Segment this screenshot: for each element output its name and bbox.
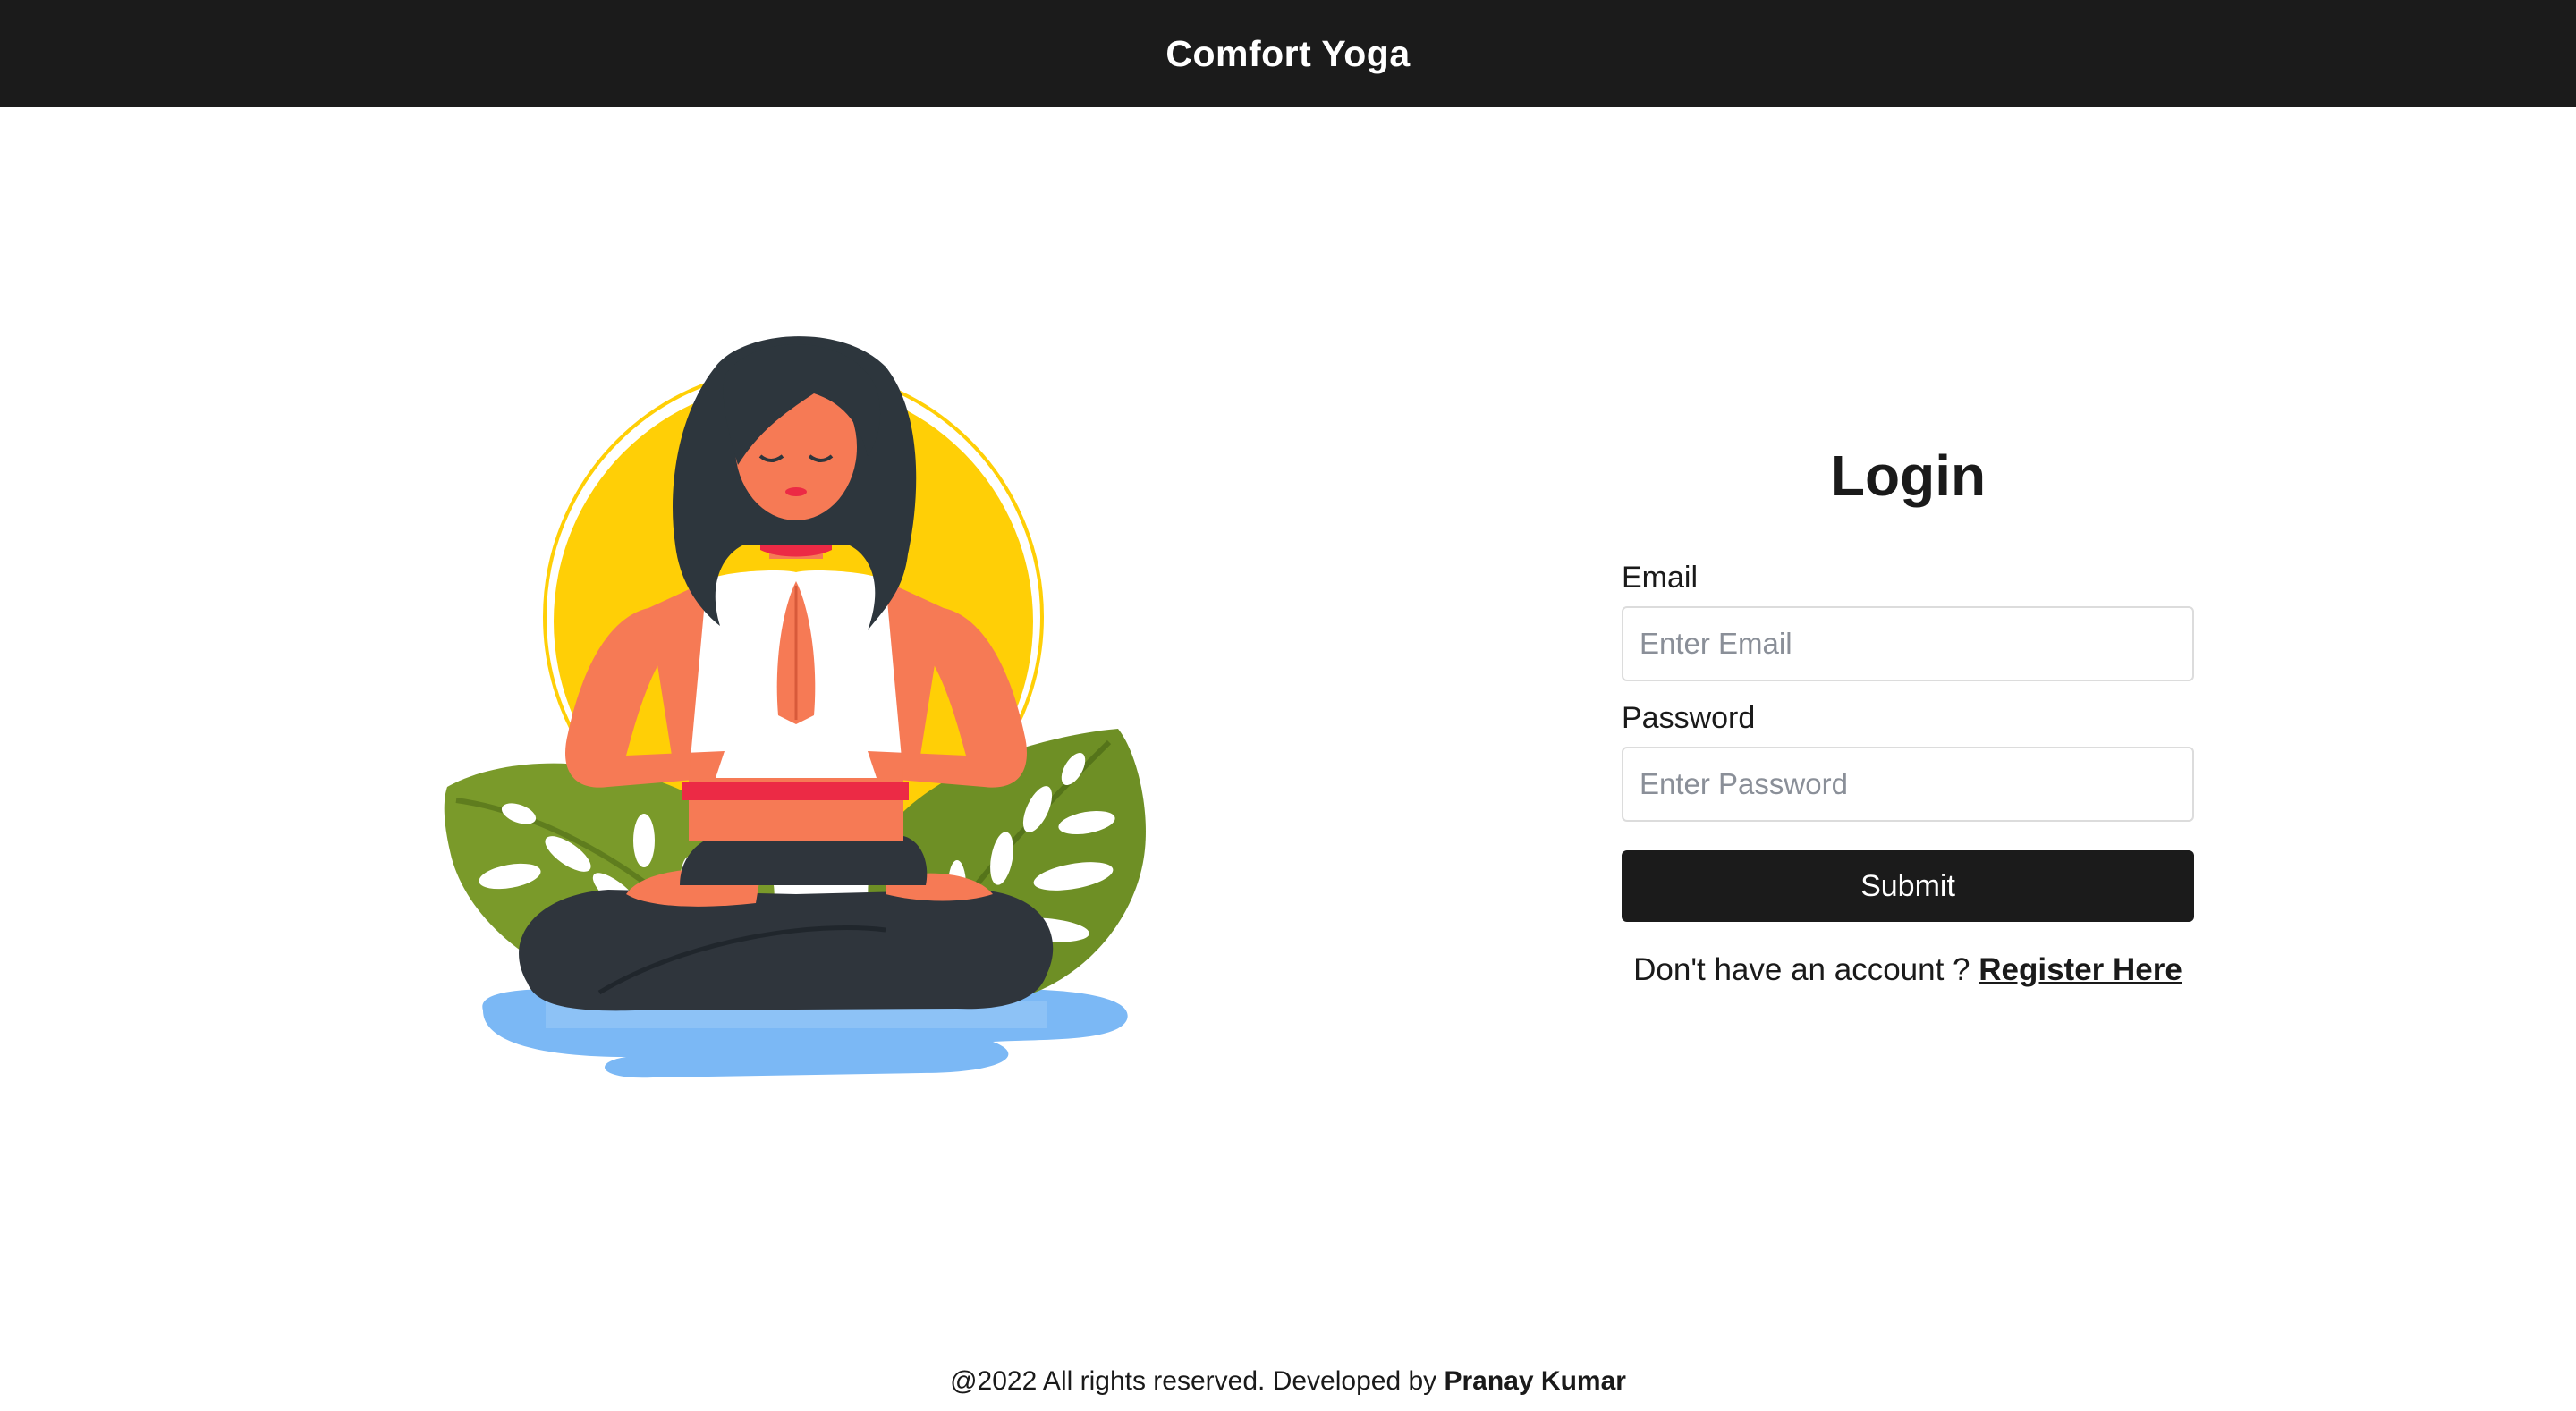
yoga-illustration	[420, 313, 1172, 1100]
footer-text: @2022 All rights reserved. Developed by	[950, 1366, 1437, 1396]
password-group: Password	[1622, 701, 2194, 822]
footer-author: Pranay Kumar	[1444, 1366, 1626, 1396]
meditating-woman-image	[444, 336, 1146, 1078]
submit-button[interactable]: Submit	[1622, 850, 2194, 922]
brand-title: Comfort Yoga	[1165, 32, 1411, 74]
register-link[interactable]: Register Here	[1979, 952, 2182, 987]
register-prompt: Don't have an account ?	[1633, 952, 1970, 987]
login-title: Login	[1829, 444, 1987, 508]
password-label: Password	[1622, 701, 1756, 735]
login-form: Login Email Password Submit Don't have a…	[1622, 443, 2194, 988]
email-input[interactable]	[1622, 606, 2194, 681]
register-line: Don't have an account ? Register Here	[1622, 952, 2194, 988]
email-label: Email	[1622, 561, 1699, 595]
top-bar: Comfort Yoga	[0, 0, 2576, 107]
email-group: Email	[1622, 561, 2194, 681]
password-input[interactable]	[1622, 747, 2194, 822]
footer: @2022 All rights reserved. Developed by …	[0, 1366, 2576, 1397]
